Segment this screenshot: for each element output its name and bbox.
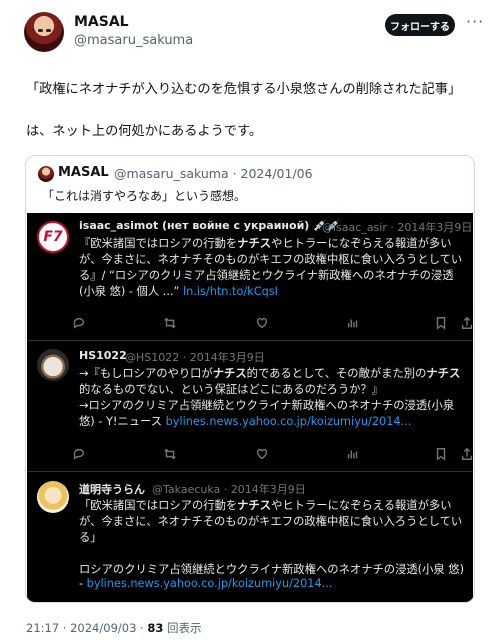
share-icon[interactable]	[459, 316, 474, 332]
views-icon[interactable]	[345, 447, 361, 463]
card-2-line: 悠) - Y!ニュース	[79, 415, 166, 428]
more-options-icon[interactable]: ···	[466, 12, 484, 31]
views-icon[interactable]	[345, 316, 361, 332]
quoted-meta: @masaru_sakuma · 2024/01/06	[114, 166, 313, 181]
author-name[interactable]: MASAL	[74, 14, 129, 30]
tweet-text-line-1: 「政権にネオナチが入り込むのを危惧する小泉悠さんの削除された記事」	[26, 82, 462, 97]
card-1-line: る』/ “ロシアのクリミア占領継続とウクライナ新政権へのネオナチの浸透	[79, 269, 454, 282]
tweet-text-line-2: は、ネット上の何処かにあるようです。	[26, 124, 263, 139]
like-icon[interactable]	[254, 447, 270, 463]
quoted-tweet[interactable]: MASAL @masaru_sakuma · 2024/01/06 「これは消す…	[25, 155, 475, 603]
view-count: 83	[147, 621, 164, 635]
retweet-icon[interactable]	[162, 447, 178, 463]
quoted-author-avatar	[38, 166, 54, 182]
author-avatar[interactable]	[24, 12, 64, 52]
tweet-time[interactable]: 21:17 · 2024/09/03 ·	[26, 621, 147, 635]
card-3-line: が、今まさに、ネオナチそのものがキエフの政権中枢に食い入ろうとしてい	[79, 515, 463, 528]
quoted-text: 「これは消すやろなあ」という感想。	[42, 189, 247, 203]
card-1-avatar: F7	[37, 221, 69, 253]
card-2-line: →ロシアのクリミア占領継続とウクライナ新政権へのネオナチの浸透(小泉	[79, 399, 455, 412]
card-1-line: 『欧米諸国ではロシアの行動をナチスやヒトラーになぞらえる報道が多い	[79, 237, 452, 250]
card-3-line: 「欧米諸国ではロシアの行動をナチスやヒトラーになぞらえる報道が多い	[79, 499, 452, 512]
card-3-line: -	[79, 577, 87, 590]
retweet-icon[interactable]	[162, 316, 178, 332]
card-2-line: →『もしロシアのやり口がナチス的であるとして、その敵がまた別のナチス	[79, 367, 461, 380]
card-3-name: 道明寺うらん	[79, 483, 145, 496]
card-3-line: る」	[79, 531, 102, 544]
card-2-link[interactable]: bylines.news.yahoo.co.jp/koizumiyu/2014.…	[166, 415, 412, 428]
card-3-line: ロシアのクリミア占領継続とウクライナ新政権へのネオナチの浸透(小泉 悠)	[79, 563, 464, 576]
card-1-avatar-label: F7	[43, 229, 63, 245]
card-3-avatar	[37, 481, 69, 513]
card-1-actions	[27, 316, 473, 332]
card-1-line: が、今まさに、ネオナチそのものがキエフの政権中枢に食い入ろうとしてい	[79, 253, 463, 266]
share-icon[interactable]	[459, 447, 474, 463]
reply-icon[interactable]	[71, 447, 87, 463]
card-2-meta: @HS1022 · 2014年3月9日	[125, 351, 265, 364]
card-2-avatar	[37, 349, 69, 381]
screenshot-image[interactable]: F7 isaac_asimot (нет войне с украиной) 💉…	[27, 213, 473, 602]
card-1-line: (小泉 悠) - 個人 ...”	[79, 285, 183, 298]
card-3-link[interactable]: bylines.news.yahoo.co.jp/koizumiyu/2014.…	[87, 577, 333, 590]
bookmark-icon[interactable]	[433, 316, 449, 332]
quoted-author-name: MASAL	[58, 165, 109, 180]
author-handle[interactable]: @masaru_sakuma	[74, 33, 193, 48]
card-1-name: isaac_asimot (нет войне с украиной) 💉💉	[79, 219, 341, 232]
tweet-footer: 21:17 · 2024/09/03 · 83 回表示	[26, 620, 202, 636]
card-1-meta: @isaac_asir · 2014年3月9日	[322, 221, 473, 234]
card-2-actions	[27, 447, 473, 463]
reply-icon[interactable]	[71, 316, 87, 332]
card-3-meta: @Takaecuka · 2014年3月9日	[152, 483, 306, 496]
view-label: 回表示	[163, 621, 202, 635]
card-2-line: 的なるものでない、という保証はどこにあるのだろうか？』	[79, 383, 384, 396]
like-icon[interactable]	[254, 316, 270, 332]
card-1-link[interactable]: ln.is/htn.to/kCqsI	[183, 285, 278, 298]
follow-button[interactable]: フォローする	[385, 14, 455, 36]
bookmark-icon[interactable]	[433, 447, 449, 463]
card-2-name: HS1022	[79, 349, 127, 362]
